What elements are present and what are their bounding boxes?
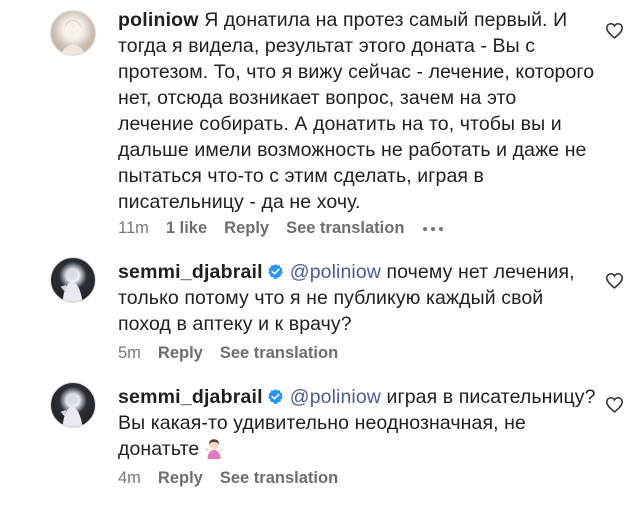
avatar-semmi-djabrail[interactable]: [50, 382, 96, 428]
comment-username[interactable]: semmi_djabrail: [118, 261, 263, 283]
comment-timestamp: 5m: [118, 344, 141, 362]
comment-body: semmi_djabrail @poliniow почему нет лечен…: [118, 259, 596, 337]
comment-username[interactable]: semmi_djabrail: [118, 386, 263, 408]
comment-meta: 5m Reply See translation: [118, 344, 355, 363]
heart-icon[interactable]: [605, 272, 624, 289]
comment-username[interactable]: poliniow: [118, 9, 199, 31]
see-translation-button[interactable]: See translation: [286, 219, 404, 238]
see-translation-button[interactable]: See translation: [220, 469, 338, 488]
likes-count[interactable]: 1 like: [166, 219, 207, 238]
mention-link[interactable]: @poliniow: [290, 261, 381, 283]
verified-badge-icon: [268, 389, 283, 404]
comment-body: poliniow Я донатила на протез самый перв…: [118, 7, 596, 215]
comment-timestamp: 11m: [118, 219, 149, 237]
avatar-photo: [60, 268, 83, 302]
reply-button[interactable]: Reply: [224, 219, 269, 238]
avatar-photo: [60, 393, 83, 427]
verified-badge-icon: [268, 264, 283, 279]
reply-button[interactable]: Reply: [158, 344, 203, 363]
avatar-poliniow[interactable]: [50, 10, 96, 56]
woman-shrugging-emoji: [205, 439, 224, 459]
reply-button[interactable]: Reply: [158, 469, 203, 488]
avatar-semmi-djabrail[interactable]: [50, 257, 96, 303]
see-translation-button[interactable]: See translation: [220, 344, 338, 363]
heart-icon[interactable]: [605, 396, 624, 413]
comment-body: semmi_djabrail @poliniow играя в писатель…: [118, 384, 596, 462]
comment-meta: 4m Reply See translation: [118, 469, 355, 488]
avatar-photo: [59, 19, 87, 55]
mention-link[interactable]: @poliniow: [290, 386, 381, 408]
comment-meta: 11m 1 like Reply See translation: [118, 219, 444, 238]
comment-text: Я донатила на протез самый первый. И тог…: [118, 9, 595, 213]
heart-icon[interactable]: [605, 22, 624, 39]
comment-timestamp: 4m: [118, 469, 141, 487]
more-options-icon[interactable]: [423, 226, 444, 231]
